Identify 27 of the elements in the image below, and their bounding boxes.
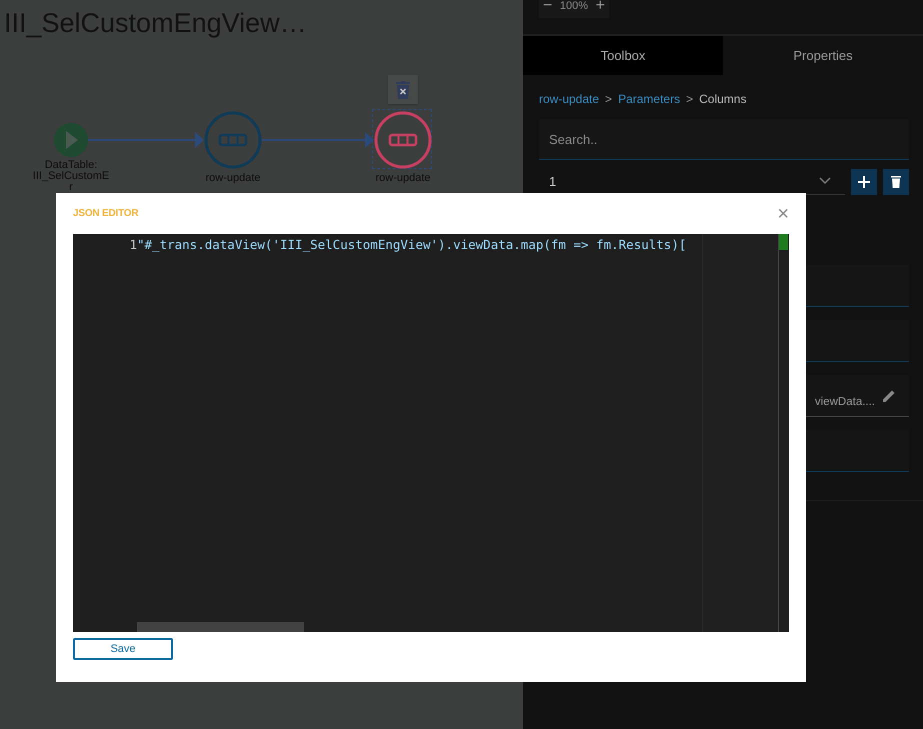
line-number: 1 (129, 237, 137, 252)
plus-icon (858, 176, 870, 188)
panel-tab[interactable]: Toolbox (523, 36, 723, 75)
pencil-icon (881, 388, 897, 404)
delete-button[interactable] (883, 168, 909, 194)
breadcrumb-separator: > (686, 92, 694, 104)
search-field[interactable]: Search.. (539, 119, 909, 160)
breadcrumb-link[interactable]: row-update (539, 92, 600, 104)
breadcrumb-separator: > (605, 92, 612, 104)
breadcrumb-link[interactable]: Parameters (618, 92, 680, 104)
zoom-out-button[interactable]: − (543, 0, 552, 14)
add-button[interactable] (851, 168, 877, 194)
code-line: "#_trans.dataView('III_SelCustomEngView').viewData.map(fm => fm.Results)[ (137, 237, 686, 252)
save-button[interactable]: Save (73, 638, 173, 660)
zoom-in-button[interactable]: + (596, 0, 605, 14)
chevron-down-icon (819, 177, 831, 185)
zoom-level: 100% (560, 0, 588, 12)
dialog-title: JSON EDITOR (73, 208, 138, 219)
trash-icon (396, 80, 410, 98)
play-node-icon[interactable] (54, 123, 88, 157)
row-node-icon[interactable] (374, 111, 432, 169)
scrollbar-thumb[interactable] (137, 622, 304, 632)
code-editor[interactable]: 1"#_trans.dataView('III_SelCustomEngView').viewData.map(fm => fm.Results)[ (73, 234, 789, 632)
trash-icon (891, 175, 901, 188)
close-button[interactable]: × (777, 204, 789, 224)
row-node-icon[interactable] (204, 111, 262, 169)
breadcrumb-current: Columns (699, 92, 746, 104)
